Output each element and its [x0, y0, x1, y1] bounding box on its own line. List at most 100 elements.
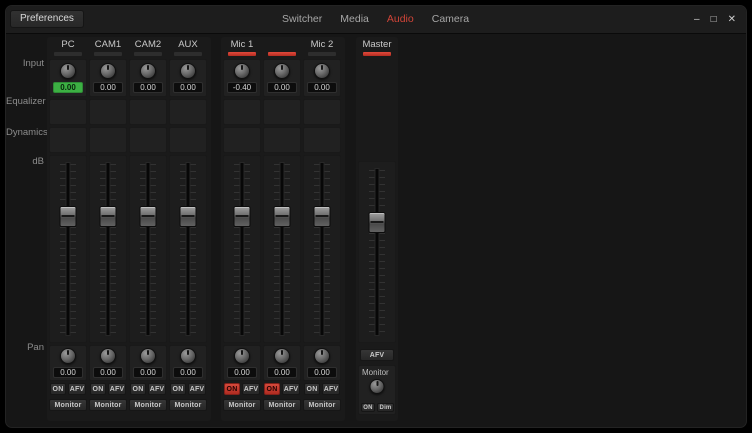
volume-fader-handle[interactable] — [234, 206, 251, 227]
channel-on-button[interactable]: ON — [264, 383, 280, 395]
pan-value[interactable]: 0.00 — [133, 367, 163, 378]
channel-monitor-button[interactable]: Monitor — [49, 399, 87, 411]
pan-knob[interactable] — [180, 348, 196, 364]
master-afv-button[interactable]: AFV — [360, 349, 394, 361]
channel-afv-button[interactable]: AFV — [282, 383, 300, 395]
monitor-volume-knob[interactable] — [370, 379, 385, 394]
input-gain-knob[interactable] — [274, 63, 290, 79]
input-gain-knob[interactable] — [100, 63, 116, 79]
fader-track — [241, 163, 244, 335]
channel-afv-button[interactable]: AFV — [188, 383, 206, 395]
input-gain-value[interactable]: 0.00 — [133, 82, 163, 93]
channel-on-button[interactable]: ON — [90, 383, 106, 395]
close-icon[interactable]: ✕ — [728, 6, 736, 33]
tab-camera[interactable]: Camera — [432, 6, 469, 33]
input-gain-knob[interactable] — [314, 63, 330, 79]
channel-monitor-button[interactable]: Monitor — [129, 399, 167, 411]
channel-monitor-button[interactable]: Monitor — [169, 399, 207, 411]
input-gain-value[interactable]: 0.00 — [93, 82, 123, 93]
pan-value[interactable]: 0.00 — [173, 367, 203, 378]
input-gain-cell: 0.00 — [263, 59, 301, 97]
monitor-dim-button[interactable]: Dim — [377, 403, 394, 412]
pan-value[interactable]: 0.00 — [227, 367, 257, 378]
input-gain-knob[interactable] — [234, 63, 250, 79]
fader-track — [187, 163, 190, 335]
channel-afv-button[interactable]: AFV — [322, 383, 340, 395]
pan-cell: 0.00 — [169, 345, 207, 381]
channel-on-button[interactable]: ON — [50, 383, 66, 395]
pan-value[interactable]: 0.00 — [53, 367, 83, 378]
volume-fader-cell — [89, 155, 127, 343]
input-gain-cell: 0.00 — [49, 59, 87, 97]
channel-on-button[interactable]: ON — [304, 383, 320, 395]
channel-buttons: ONAFV — [223, 383, 261, 395]
channel-strip: Mic 1-0.400.00ONAFVMonitor — [223, 39, 261, 415]
input-gain-value[interactable]: 0.00 — [53, 82, 83, 93]
channel-monitor-button[interactable]: Monitor — [263, 399, 301, 411]
pan-cell: 0.00 — [89, 345, 127, 381]
channel-strip: 0.00 0.00 ONAFV Monitor — [263, 39, 301, 415]
channel-monitor-button[interactable]: Monitor — [223, 399, 261, 411]
tab-audio[interactable]: Audio — [387, 6, 414, 33]
pan-value[interactable]: 0.00 — [307, 367, 337, 378]
pan-knob[interactable] — [140, 348, 156, 364]
volume-fader-cell — [169, 155, 207, 343]
pan-knob[interactable] — [100, 348, 116, 364]
tab-media[interactable]: Media — [340, 6, 369, 33]
row-label-equalizer: Equalizer — [6, 96, 44, 107]
volume-fader-handle[interactable] — [60, 206, 77, 227]
minimize-icon[interactable]: – — [694, 6, 700, 33]
channel-buttons: ONAFV — [49, 383, 87, 395]
channel-monitor-button[interactable]: Monitor — [303, 399, 341, 411]
equalizer-cell — [49, 99, 87, 125]
channel-on-button[interactable]: ON — [224, 383, 240, 395]
knob-pointer — [147, 65, 149, 70]
pan-knob[interactable] — [314, 348, 330, 364]
channel-name: Mic 2 — [299, 39, 345, 50]
channel-monitor-button[interactable]: Monitor — [89, 399, 127, 411]
channel-on-button[interactable]: ON — [170, 383, 186, 395]
pan-cell: 0.00 — [263, 345, 301, 381]
volume-fader-handle[interactable] — [314, 206, 331, 227]
channel-afv-button[interactable]: AFV — [242, 383, 260, 395]
knob-pointer — [107, 350, 109, 355]
dynamics-cell — [303, 127, 341, 153]
input-gain-value[interactable]: 0.00 — [173, 82, 203, 93]
pan-knob[interactable] — [60, 348, 76, 364]
channel-afv-button[interactable]: AFV — [108, 383, 126, 395]
channel-buttons: ONAFV — [89, 383, 127, 395]
monitor-on-button[interactable]: ON — [361, 403, 375, 412]
fader-track — [147, 163, 150, 335]
input-channel-group: PC0.000.00ONAFVMonitorCAM10.000.00ONAFVM… — [49, 39, 207, 415]
input-gain-knob[interactable] — [180, 63, 196, 79]
channel-afv-button[interactable]: AFV — [68, 383, 86, 395]
volume-fader-handle[interactable] — [180, 206, 197, 227]
input-gain-value[interactable]: -0.40 — [227, 82, 257, 93]
dynamics-cell — [223, 127, 261, 153]
mic-channel-group: Mic 1-0.400.00ONAFVMonitor0.000.00ONAFVM… — [223, 39, 341, 415]
channel-on-button[interactable]: ON — [130, 383, 146, 395]
channel-name: AUX — [165, 39, 211, 50]
input-gain-knob[interactable] — [140, 63, 156, 79]
pan-knob[interactable] — [274, 348, 290, 364]
volume-fader-handle[interactable] — [274, 206, 291, 227]
volume-fader-handle[interactable] — [140, 206, 157, 227]
master-volume-fader-cell — [358, 161, 396, 343]
equalizer-cell — [223, 99, 261, 125]
pan-knob[interactable] — [234, 348, 250, 364]
channel-afv-button[interactable]: AFV — [148, 383, 166, 395]
input-gain-value[interactable]: 0.00 — [267, 82, 297, 93]
pan-value[interactable]: 0.00 — [93, 367, 123, 378]
volume-fader-handle[interactable] — [100, 206, 117, 227]
knob-pointer — [241, 350, 243, 355]
tab-switcher[interactable]: Switcher — [282, 6, 322, 33]
level-meter — [228, 52, 256, 56]
master-fader-handle[interactable] — [369, 212, 386, 233]
input-gain-knob[interactable] — [60, 63, 76, 79]
maximize-icon[interactable]: □ — [711, 6, 717, 33]
monitor-buttons: ON Dim — [361, 403, 394, 412]
pan-value[interactable]: 0.00 — [267, 367, 297, 378]
preferences-button[interactable]: Preferences — [10, 10, 84, 28]
input-gain-value[interactable]: 0.00 — [307, 82, 337, 93]
channel-strip: CAM10.000.00ONAFVMonitor — [89, 39, 127, 415]
